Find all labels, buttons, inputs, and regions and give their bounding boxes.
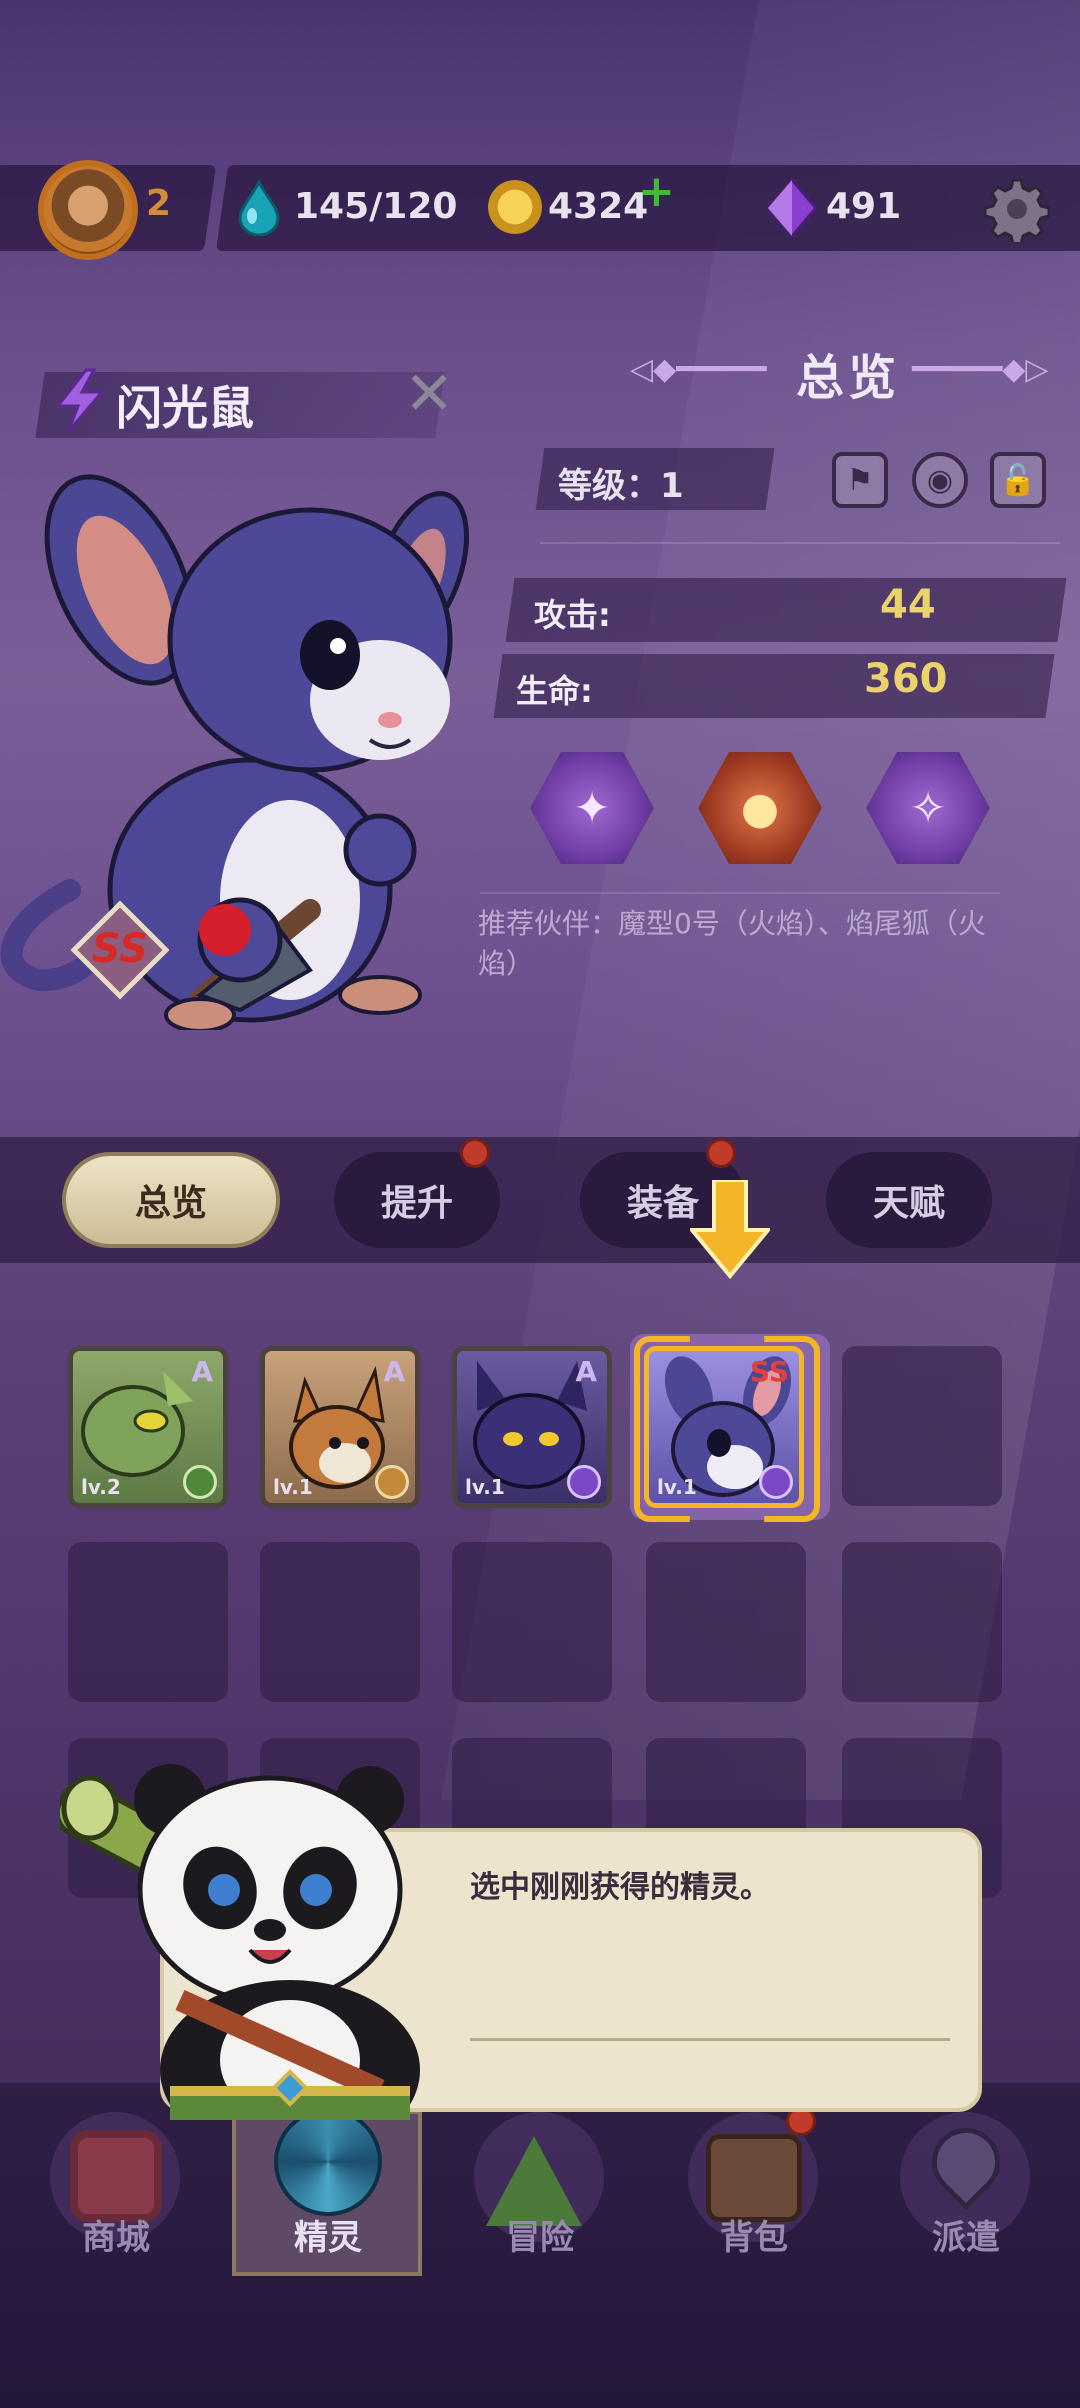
leaf-icon xyxy=(183,1465,217,1499)
attack-value: 44 xyxy=(880,582,936,628)
spirit-card-2[interactable]: A lv.1 xyxy=(260,1346,420,1508)
empty-slot[interactable] xyxy=(452,1542,612,1702)
energy-value: 145/120 xyxy=(294,186,458,227)
gem-value: 491 xyxy=(826,186,902,227)
gold-coin-icon xyxy=(488,180,542,234)
shop-icon xyxy=(70,2130,162,2222)
rarity-badge: SS xyxy=(70,900,170,1000)
player-level: 2 xyxy=(146,183,172,224)
title-ornament-right: ━━━━━◆▷ xyxy=(912,352,1049,387)
nav-shop[interactable]: 商城 xyxy=(48,2112,184,2272)
gem-icon xyxy=(766,177,818,242)
nav-dispatch[interactable]: 派遣 xyxy=(898,2112,1034,2272)
tab-overview[interactable]: 总览 xyxy=(62,1152,280,1248)
energy-drop-icon xyxy=(236,178,282,237)
tab-talent[interactable]: 天赋 xyxy=(826,1152,992,1248)
gold-value: 4324 xyxy=(548,186,649,227)
overview-title: 总览 xyxy=(796,350,901,406)
lightning-element-icon xyxy=(50,368,110,438)
nav-spirit[interactable]: 精灵 xyxy=(260,2108,396,2272)
empty-slot[interactable] xyxy=(842,1542,1002,1702)
upgrade-badge xyxy=(460,1138,490,1168)
settings-gear-icon[interactable] xyxy=(983,176,1051,246)
tutorial-text: 选中刚刚获得的精灵。 xyxy=(470,1870,770,1905)
flag-icon[interactable]: ⚑ xyxy=(832,452,888,508)
tutorial-arrow-icon xyxy=(687,1178,773,1280)
nav-adventure[interactable]: 冒险 xyxy=(472,2112,608,2272)
recommend-partner-text: 推荐伙伴：魔型0号（火焰）、焰尾狐（火焰） xyxy=(478,907,986,980)
spirit-card-3[interactable]: A lv.1 xyxy=(452,1346,612,1508)
hp-value: 360 xyxy=(864,656,948,702)
add-gold-icon[interactable]: + xyxy=(638,170,675,214)
rock-icon xyxy=(375,1465,409,1499)
hp-label: 生命: xyxy=(516,672,593,710)
attack-label: 攻击: xyxy=(534,596,611,634)
empty-slot[interactable] xyxy=(260,1542,420,1702)
empty-slot[interactable] xyxy=(842,1346,1002,1506)
creature-name: 闪光鼠 xyxy=(116,381,254,435)
spirit-icon xyxy=(274,2108,382,2216)
title-ornament-left: ◁◆━━━━━ xyxy=(630,352,767,387)
lightning-icon xyxy=(567,1465,601,1499)
player-avatar[interactable] xyxy=(38,160,138,260)
level-label: 等级：1 xyxy=(558,466,684,506)
spirit-card-1[interactable]: A lv.2 xyxy=(68,1346,228,1508)
close-icon[interactable]: ✕ xyxy=(404,364,454,424)
empty-slot[interactable] xyxy=(646,1542,806,1702)
equipment-badge xyxy=(706,1138,736,1168)
lock-icon[interactable]: 🔓 xyxy=(990,452,1046,508)
panda-guide xyxy=(54,1760,420,2160)
target-icon[interactable]: ◉ xyxy=(912,452,968,508)
backpack-icon xyxy=(706,2134,802,2222)
empty-slot[interactable] xyxy=(68,1542,228,1702)
nav-backpack[interactable]: 背包 xyxy=(686,2112,822,2272)
